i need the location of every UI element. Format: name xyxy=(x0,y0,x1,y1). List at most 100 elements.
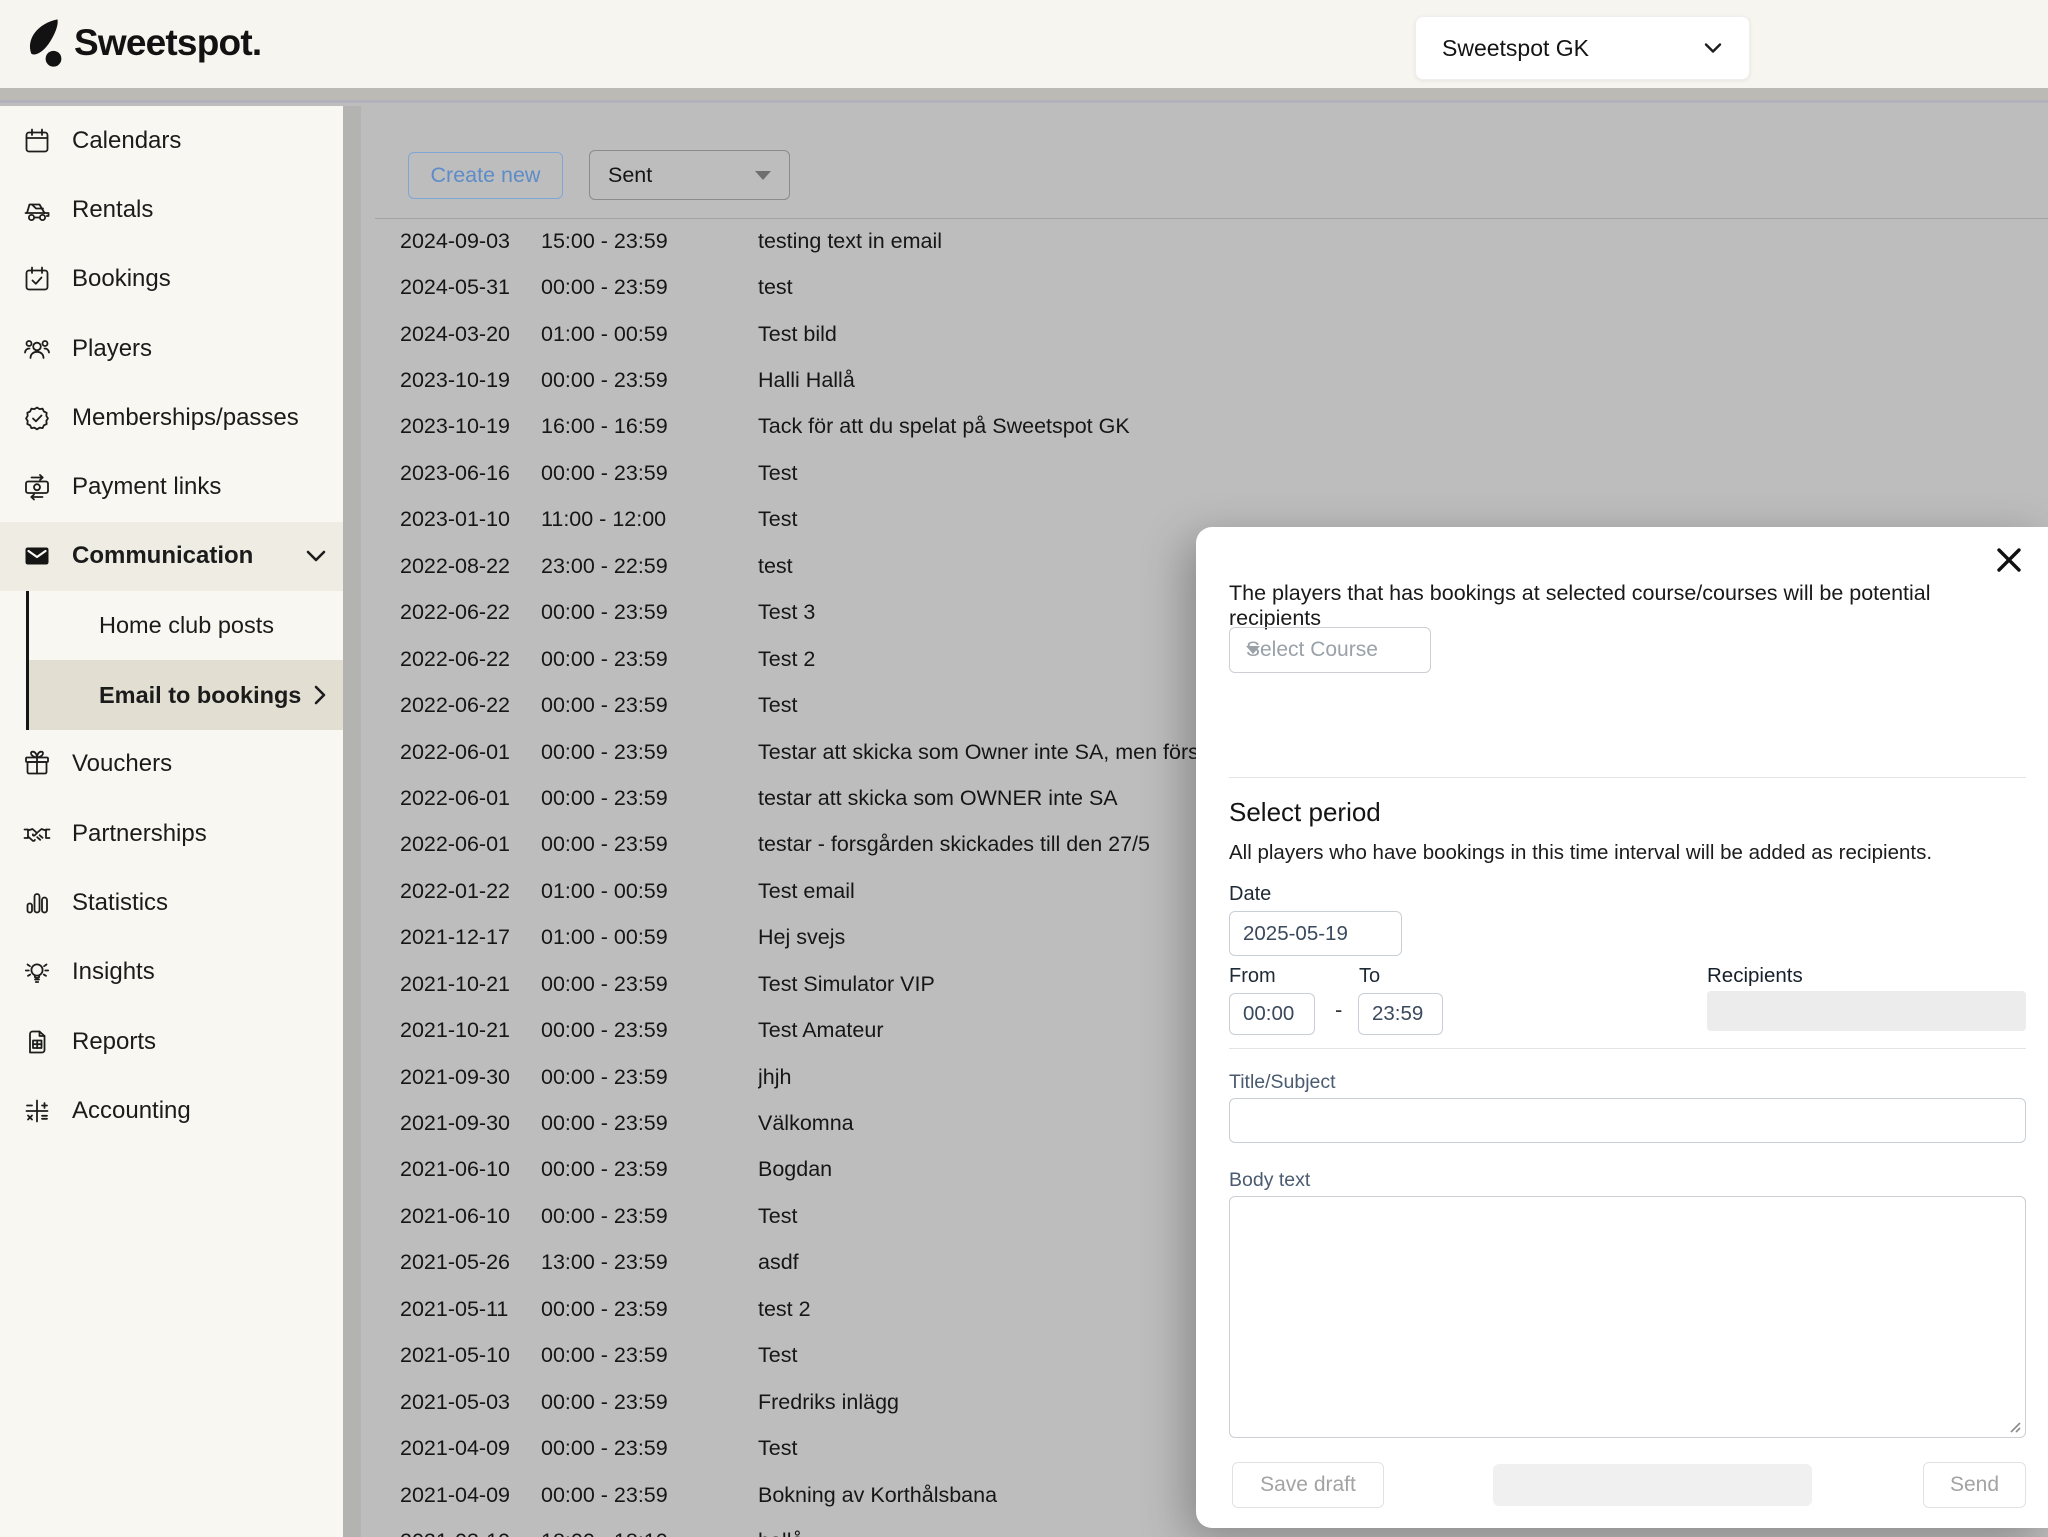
from-time-field[interactable] xyxy=(1229,993,1315,1035)
cell-time: 00:00 - 23:59 xyxy=(541,1204,758,1229)
date-field[interactable] xyxy=(1229,911,1402,956)
logo-text: Sweetspot. xyxy=(74,22,261,64)
sidebar-item-bookings[interactable]: Bookings xyxy=(0,245,343,314)
select-period-description: All players who have bookings in this ti… xyxy=(1229,841,1932,865)
chevron-right-icon xyxy=(313,684,327,706)
cell-subject: test xyxy=(758,275,2048,300)
table-row[interactable]: 2023-10-1916:00 - 16:59Tack för att du s… xyxy=(361,404,2048,450)
send-button[interactable]: Send xyxy=(1923,1462,2026,1508)
report-icon xyxy=(22,1027,52,1057)
cell-date: 2024-09-03 xyxy=(400,229,541,254)
sidebar-subitem-email-to-bookings[interactable]: Email to bookings xyxy=(29,660,343,729)
cell-time: 00:00 - 23:59 xyxy=(541,1390,758,1415)
body-text-field[interactable] xyxy=(1229,1196,2026,1438)
table-row[interactable]: 2024-05-3100:00 - 23:59test xyxy=(361,264,2048,310)
title-subject-field[interactable] xyxy=(1229,1098,2026,1143)
cell-time: 00:00 - 23:59 xyxy=(541,740,758,765)
close-button[interactable] xyxy=(1992,543,2026,577)
communication-submenu: Home club posts Email to bookings xyxy=(26,591,343,730)
sidebar-item-label: Bookings xyxy=(72,265,171,293)
gift-icon xyxy=(22,749,52,779)
cell-subject: testing text in email xyxy=(758,229,2048,254)
calendar-check-icon xyxy=(22,264,52,294)
cell-time: 00:00 - 23:59 xyxy=(541,972,758,997)
payment-links-icon xyxy=(22,472,52,502)
bar-chart-icon xyxy=(22,888,52,918)
resize-handle-icon[interactable] xyxy=(2007,1419,2021,1433)
cell-date: 2023-06-16 xyxy=(400,461,541,486)
from-label: From xyxy=(1229,965,1276,988)
cell-time: 00:00 - 23:59 xyxy=(541,832,758,857)
sidebar-item-memberships[interactable]: Memberships/passes xyxy=(0,383,343,452)
cell-time: 00:00 - 23:59 xyxy=(541,786,758,811)
cell-date: 2021-05-11 xyxy=(400,1297,541,1322)
chevron-down-icon xyxy=(305,549,327,563)
course-select-placeholder: Select Course xyxy=(1246,638,1378,662)
range-separator: - xyxy=(1335,997,1342,1023)
to-time-field[interactable] xyxy=(1358,993,1443,1035)
cell-date: 2021-12-17 xyxy=(400,925,541,950)
cell-date: 2022-06-22 xyxy=(400,600,541,625)
recipients-hint-text: The players that has bookings at selecte… xyxy=(1229,581,2012,631)
lightbulb-icon xyxy=(22,957,52,987)
cell-date: 2021-03-10 xyxy=(400,1529,541,1537)
organization-selector[interactable]: Sweetspot GK xyxy=(1415,16,1750,80)
cell-time: 15:00 - 23:59 xyxy=(541,229,758,254)
course-select[interactable]: Select Course xyxy=(1229,627,1431,673)
title-subject-label: Title/Subject xyxy=(1229,1071,1336,1094)
sidebar-item-payment-links[interactable]: Payment links xyxy=(0,452,343,521)
cell-date: 2021-10-21 xyxy=(400,1018,541,1043)
status-filter-select[interactable]: Sent xyxy=(589,150,790,200)
app-header: Sweetspot. Sweetspot GK xyxy=(0,0,2048,88)
cell-time: 00:00 - 23:59 xyxy=(541,1297,758,1322)
cell-date: 2021-05-10 xyxy=(400,1343,541,1368)
organization-selector-value: Sweetspot GK xyxy=(1442,35,1589,62)
sidebar-subitem-home-club-posts[interactable]: Home club posts xyxy=(29,591,343,660)
body-text-label: Body text xyxy=(1229,1169,1310,1192)
sidebar-item-label: Statistics xyxy=(72,889,168,917)
cell-date: 2021-04-09 xyxy=(400,1483,541,1508)
cell-date: 2024-05-31 xyxy=(400,275,541,300)
sidebar-item-insights[interactable]: Insights xyxy=(0,938,343,1007)
sidebar-item-label: Accounting xyxy=(72,1097,191,1125)
cell-date: 2021-06-10 xyxy=(400,1157,541,1182)
sidebar-item-accounting[interactable]: Accounting xyxy=(0,1076,343,1145)
cell-time: 00:00 - 23:59 xyxy=(541,1018,758,1043)
cell-time: 16:00 - 16:59 xyxy=(541,414,758,439)
sidebar-item-calendars[interactable]: Calendars xyxy=(0,106,343,175)
sidebar-item-rentals[interactable]: Rentals xyxy=(0,175,343,244)
sidebar-item-label: Communication xyxy=(72,542,253,570)
sidebar-item-reports[interactable]: Reports xyxy=(0,1007,343,1076)
table-row[interactable]: 2023-06-1600:00 - 23:59Test xyxy=(361,450,2048,496)
sidebar-scrollbar[interactable] xyxy=(343,106,361,1537)
cell-date: 2023-01-10 xyxy=(400,507,541,532)
sweetspot-logo-icon xyxy=(22,18,64,68)
create-new-button[interactable]: Create new xyxy=(408,152,563,199)
cell-date: 2022-06-01 xyxy=(400,832,541,857)
cell-time: 00:00 - 23:59 xyxy=(541,1436,758,1461)
players-icon xyxy=(22,334,52,364)
table-row[interactable]: 2023-10-1900:00 - 23:59Halli Hallå xyxy=(361,357,2048,403)
envelope-icon xyxy=(22,541,52,571)
table-row[interactable]: 2024-09-0315:00 - 23:59testing text in e… xyxy=(361,218,2048,264)
table-row[interactable]: 2024-03-2001:00 - 00:59Test bild xyxy=(361,311,2048,357)
email-compose-modal: The players that has bookings at selecte… xyxy=(1196,527,2048,1528)
recipients-label: Recipients xyxy=(1707,964,1803,988)
caret-down-icon xyxy=(755,171,771,180)
chevron-down-icon xyxy=(1703,41,1723,55)
to-label: To xyxy=(1359,965,1380,988)
cell-time: 00:00 - 23:59 xyxy=(541,693,758,718)
sidebar-item-statistics[interactable]: Statistics xyxy=(0,868,343,937)
cell-subject: Halli Hallå xyxy=(758,368,2048,393)
cell-time: 01:00 - 00:59 xyxy=(541,322,758,347)
sidebar-nav: Calendars Rentals Bookings Players xyxy=(0,106,343,1537)
sidebar-item-communication[interactable]: Communication xyxy=(0,522,343,591)
calendar-icon xyxy=(22,126,52,156)
save-draft-button[interactable]: Save draft xyxy=(1232,1462,1384,1508)
sidebar-item-players[interactable]: Players xyxy=(0,314,343,383)
membership-badge-icon xyxy=(22,403,52,433)
calculator-icon xyxy=(22,1096,52,1126)
sidebar-item-partnerships[interactable]: Partnerships xyxy=(0,799,343,868)
divider xyxy=(1229,777,2026,778)
sidebar-item-vouchers[interactable]: Vouchers xyxy=(0,730,343,799)
